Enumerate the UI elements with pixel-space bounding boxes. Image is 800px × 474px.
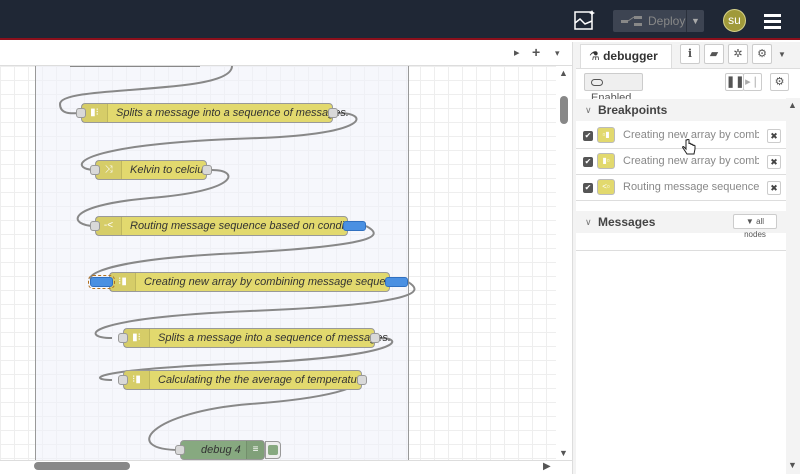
output-port[interactable] [328, 108, 338, 118]
menu-icon[interactable] [764, 14, 781, 32]
sidebar-scrollbar[interactable]: ▲ ▼ [786, 98, 800, 474]
section-title: Messages [598, 215, 656, 229]
help-book-icon[interactable]: ▰ [704, 44, 724, 64]
sidebar-tabs-dropdown-icon[interactable]: ▼ [778, 50, 786, 59]
enabled-toggle[interactable]: Enabled [584, 73, 643, 104]
input-port[interactable] [118, 333, 128, 343]
breakpoint-item[interactable]: ✔▮▫Creating new array by combining messa… [576, 149, 786, 175]
avatar[interactable]: su [723, 9, 746, 32]
breakpoint-item[interactable]: ✔ <▫ Routing message sequence based on con… [576, 175, 786, 201]
breakpoint-output-port[interactable] [385, 277, 408, 287]
join-output-icon: ▮▫ [597, 153, 615, 169]
breakpoint-input-port[interactable] [88, 275, 115, 289]
messages-list [576, 233, 786, 251]
hand-cursor-icon [682, 139, 696, 155]
flow-node[interactable]: ▮⁝ Splits a message into a sequence of me… [81, 103, 349, 123]
deploy-dropdown-icon[interactable]: ▼ [686, 10, 704, 32]
section-title: Breakpoints [598, 103, 668, 117]
output-port[interactable] [357, 375, 367, 385]
debug-chart-icon[interactable] [574, 9, 596, 31]
scroll-down-icon[interactable]: ▼ [559, 448, 568, 458]
node-label: Creating new array by combining message … [144, 276, 404, 288]
scroll-tabs-right-button[interactable]: ▸ [514, 46, 520, 59]
input-port[interactable] [76, 108, 86, 118]
scroll-right-icon[interactable]: ▶ [543, 461, 551, 472]
breakpoint-output-port[interactable] [343, 221, 366, 231]
deploy-label: Deploy [648, 14, 686, 28]
input-port[interactable] [118, 375, 128, 385]
debugger-panel: Enabled ❚❚ ▸❘ ⚙ ∨ Breakpoints ✔ ▫▮ Creating… [576, 68, 800, 474]
node-label: Splits a message into a sequence of mess… [116, 107, 349, 119]
filter-icon: ▼ [745, 217, 754, 226]
scroll-up-icon[interactable]: ▲ [559, 68, 568, 78]
step-button[interactable]: ▸❘ [743, 73, 762, 91]
remove-breakpoint-button[interactable]: ✖ [767, 155, 781, 169]
flow-node[interactable]: ⁝▮ Calculating the the average of tempera… [123, 370, 367, 390]
add-flow-button[interactable]: + [532, 44, 540, 60]
flow-node[interactable]: -< Routing message sequence based on cond… [95, 216, 362, 236]
flow-canvas[interactable]: ▮⁝ Splits a message into a sequence of me… [0, 66, 572, 460]
breakpoint-checkbox[interactable]: ✔ [583, 131, 593, 141]
scroll-down-icon[interactable]: ▼ [788, 460, 797, 470]
node-label: debug 4 [201, 444, 241, 456]
join-icon: ⁝▮ [110, 273, 136, 291]
breakpoints-section-header[interactable]: ∨ Breakpoints [576, 99, 786, 121]
node-label: Routing message sequence based on condit… [130, 220, 362, 232]
switch-output-icon: <▫ [597, 179, 615, 195]
join-input-icon: ▫▮ [597, 127, 615, 143]
deploy-flow-icon [621, 16, 642, 26]
output-port[interactable] [202, 165, 212, 175]
flask-icon: ⚗ [589, 49, 604, 63]
chevron-down-icon: ∨ [585, 217, 592, 227]
debug-toggle-button[interactable] [265, 441, 281, 459]
debug-node[interactable]: debug 4 ≡ [180, 440, 265, 460]
chevron-down-icon: ∨ [585, 105, 592, 115]
flow-node[interactable]: ▮⁝ Splits a message into a sequence of me… [123, 328, 391, 348]
input-port[interactable] [90, 221, 100, 231]
node-label: Splits a message into a sequence of mess… [158, 332, 391, 344]
wires [58, 66, 416, 451]
vertical-scrollbar[interactable]: ▲ ▼ [556, 66, 572, 460]
sidebar: ⚗ debugger i ▰ ✲ ⚙ ▼ Enabled ❚❚ ▸❘ ⚙ ∨ Br… [576, 42, 800, 474]
bug-icon[interactable]: ✲ [728, 44, 748, 64]
debugger-settings-gear-icon[interactable]: ⚙ [770, 73, 789, 91]
node-label: Kelvin to celcius [130, 164, 209, 176]
pause-button[interactable]: ❚❚ [725, 73, 744, 91]
tab-label: debugger [603, 49, 658, 63]
gear-icon[interactable]: ⚙ [752, 44, 772, 64]
breakpoint-checkbox[interactable]: ✔ [583, 183, 593, 193]
node-label: Calculating the the average of temperatu… [158, 374, 367, 386]
toggle-icon [591, 78, 603, 86]
remove-breakpoint-button[interactable]: ✖ [767, 181, 781, 195]
header: Deploy ▼ su [0, 0, 800, 40]
horizontal-scroll-thumb[interactable] [34, 462, 130, 470]
breakpoint-checkbox[interactable]: ✔ [583, 157, 593, 167]
scroll-up-icon[interactable]: ▲ [788, 100, 797, 110]
flow-node[interactable]: ⁝▮ Creating new array by combining messag… [109, 272, 403, 292]
flow-node[interactable]: ⤨ Kelvin to celcius [95, 160, 209, 180]
filter-nodes-button[interactable]: ▼ all nodes [733, 214, 777, 239]
info-icon[interactable]: i [680, 44, 700, 64]
debug-icon: ≡ [246, 441, 264, 459]
input-port[interactable] [175, 445, 185, 455]
vertical-scroll-thumb[interactable] [560, 96, 568, 124]
remove-breakpoint-button[interactable]: ✖ [767, 129, 781, 143]
input-port[interactable] [90, 165, 100, 175]
messages-section-header[interactable]: ∨ Messages ▼ all nodes [576, 211, 786, 239]
breakpoint-label: Routing message sequence based on condit… [623, 181, 759, 193]
workspace-tabs-bar: ▸ + ▾ [0, 42, 572, 66]
deploy-button[interactable]: Deploy ▼ [613, 10, 704, 32]
flow-list-button[interactable]: ▾ [555, 48, 560, 59]
breakpoint-item[interactable]: ✔▫▮Creating new array by combining messa… [576, 123, 786, 149]
output-port[interactable] [370, 333, 380, 343]
tab-debugger[interactable]: ⚗ debugger [580, 44, 672, 68]
